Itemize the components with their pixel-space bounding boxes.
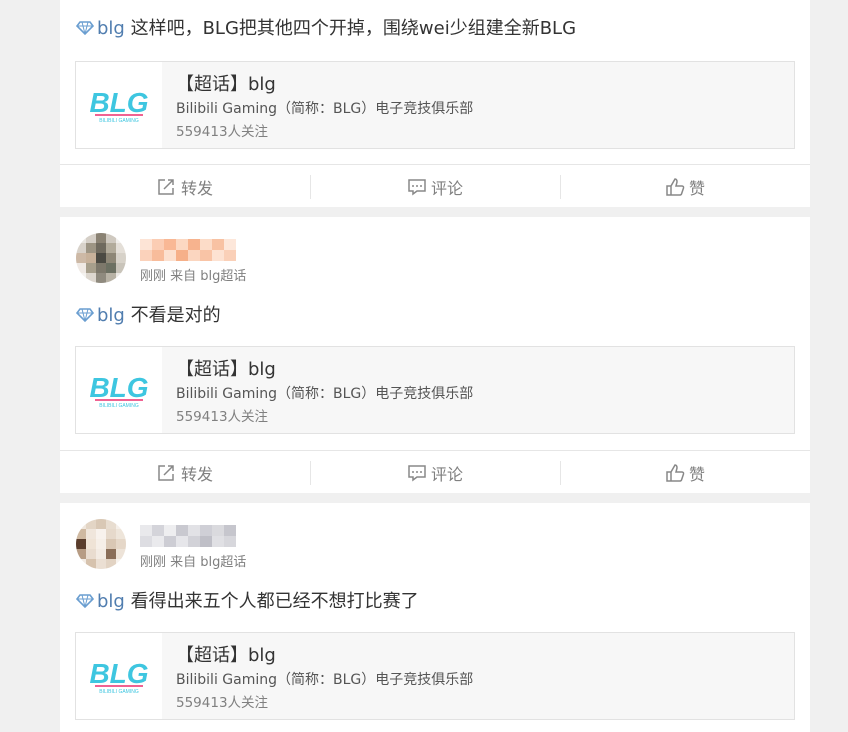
thumbs-up-icon xyxy=(666,464,685,482)
post-body: 这样吧，BLG把其他四个开掉，围绕wei少组建全新BLG xyxy=(124,18,577,39)
post-actions: 转发 评论 赞 xyxy=(60,164,810,209)
post-card: 刚刚 来自 blg超话 blg 看得出来五个人都已经不想打比赛了 BLG BIL… xyxy=(60,503,810,732)
comment-icon xyxy=(408,465,426,482)
comment-icon xyxy=(408,179,426,196)
username-blurred[interactable] xyxy=(140,525,236,547)
topic-description: Bilibili Gaming（简称：BLG）电子竞技俱乐部 xyxy=(176,386,474,402)
repost-button[interactable]: 转发 xyxy=(60,165,310,209)
topic-title: 【超话】blg xyxy=(176,645,276,666)
post-text: blg 这样吧，BLG把其他四个开掉，围绕wei少组建全新BLG xyxy=(60,14,576,44)
post-text: blg 不看是对的 xyxy=(60,301,221,331)
username-blurred[interactable] xyxy=(140,239,236,261)
super-topic-tag[interactable]: blg xyxy=(76,305,125,326)
blg-logo: BLG BILIBILI GAMING xyxy=(76,62,162,148)
comment-button[interactable]: 评论 xyxy=(310,451,560,495)
post-actions: 转发 评论 赞 xyxy=(60,450,810,495)
svg-text:BILIBILI GAMING: BILIBILI GAMING xyxy=(99,403,139,409)
thumbs-up-icon xyxy=(666,178,685,196)
svg-text:BILIBILI GAMING: BILIBILI GAMING xyxy=(99,118,139,124)
blg-logo: BLG BILIBILI GAMING xyxy=(76,633,162,719)
super-topic-tag[interactable]: blg xyxy=(76,591,125,612)
post-meta: 刚刚 来自 blg超话 xyxy=(140,269,247,284)
topic-card[interactable]: BLG BILIBILI GAMING 【超话】blg Bilibili Gam… xyxy=(75,346,795,434)
svg-text:BILIBILI GAMING: BILIBILI GAMING xyxy=(99,689,139,695)
svg-text:BLG: BLG xyxy=(89,87,148,118)
comment-button[interactable]: 评论 xyxy=(310,165,560,209)
topic-followers: 559413人关注 xyxy=(176,409,269,425)
topic-description: Bilibili Gaming（简称：BLG）电子竞技俱乐部 xyxy=(176,672,474,688)
avatar[interactable] xyxy=(76,233,126,283)
topic-description: Bilibili Gaming（简称：BLG）电子竞技俱乐部 xyxy=(176,101,474,117)
blg-logo: BLG BILIBILI GAMING xyxy=(76,347,162,433)
repost-icon xyxy=(158,465,174,481)
topic-followers: 559413人关注 xyxy=(176,695,269,711)
post-card: blg 这样吧，BLG把其他四个开掉，围绕wei少组建全新BLG BLG BIL… xyxy=(60,0,810,207)
svg-text:BLG: BLG xyxy=(89,372,148,403)
diamond-icon xyxy=(76,308,94,322)
post-text: blg 看得出来五个人都已经不想打比赛了 xyxy=(60,587,419,617)
avatar[interactable] xyxy=(76,519,126,569)
diamond-icon xyxy=(76,21,94,35)
diamond-icon xyxy=(76,594,94,608)
like-button[interactable]: 赞 xyxy=(560,451,810,495)
repost-icon xyxy=(158,179,174,195)
svg-text:BLG: BLG xyxy=(89,658,148,689)
topic-title: 【超话】blg xyxy=(176,359,276,380)
topic-followers: 559413人关注 xyxy=(176,124,269,140)
post-meta: 刚刚 来自 blg超话 xyxy=(140,555,247,570)
like-button[interactable]: 赞 xyxy=(560,165,810,209)
topic-title: 【超话】blg xyxy=(176,74,276,95)
post-card: 刚刚 来自 blg超话 blg 不看是对的 BLG BILIBILI GAMIN… xyxy=(60,217,810,493)
topic-card[interactable]: BLG BILIBILI GAMING 【超话】blg Bilibili Gam… xyxy=(75,61,795,149)
repost-button[interactable]: 转发 xyxy=(60,451,310,495)
topic-card[interactable]: BLG BILIBILI GAMING 【超话】blg Bilibili Gam… xyxy=(75,632,795,720)
post-body: 不看是对的 xyxy=(124,305,221,326)
super-topic-tag[interactable]: blg xyxy=(76,18,125,39)
post-body: 看得出来五个人都已经不想打比赛了 xyxy=(124,591,419,612)
